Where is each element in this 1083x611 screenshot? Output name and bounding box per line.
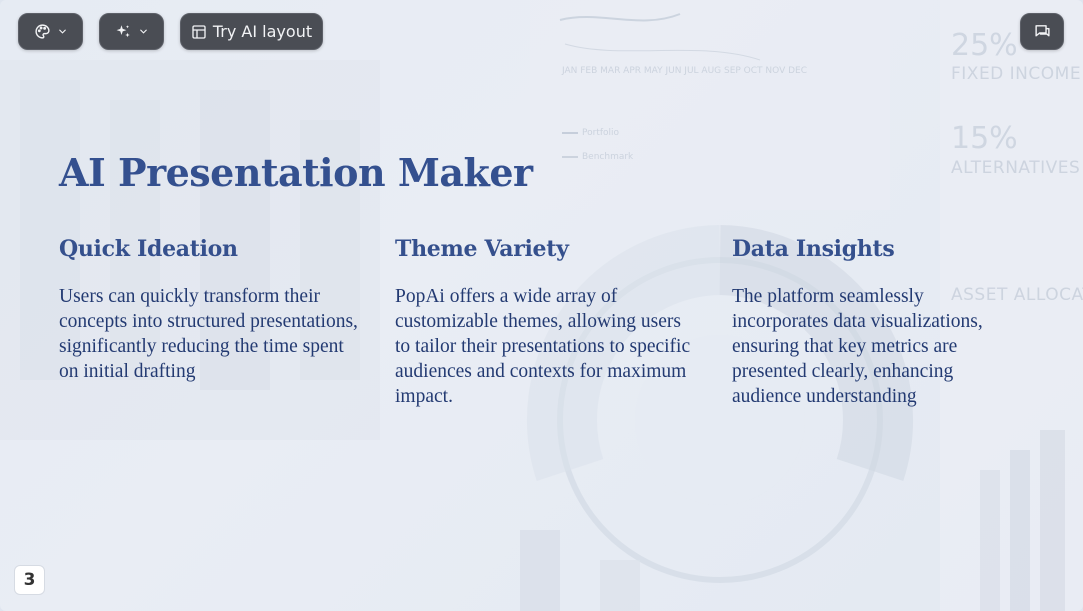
slide-title[interactable]: AI Presentation Maker xyxy=(59,150,533,195)
feature-body[interactable]: PopAi offers a wide array of customizabl… xyxy=(395,284,695,409)
page-number-badge: 3 xyxy=(14,565,45,595)
ai-tools-dropdown-button[interactable] xyxy=(99,13,164,50)
feature-column: Theme Variety PopAi offers a wide array … xyxy=(395,236,695,409)
bg-stat-value: 15% xyxy=(951,121,1018,156)
feature-heading[interactable]: Quick Ideation xyxy=(59,236,359,262)
slide-canvas[interactable]: 25% FIXED INCOME 15% ALTERNATIVES ASSET … xyxy=(0,0,1083,611)
try-ai-layout-button[interactable]: Try AI layout xyxy=(180,13,323,50)
feature-column: Quick Ideation Users can quickly transfo… xyxy=(59,236,359,384)
bg-stat-value: 25% xyxy=(951,28,1018,63)
layout-icon xyxy=(191,24,207,40)
try-ai-layout-label: Try AI layout xyxy=(212,22,313,41)
theme-dropdown-button[interactable] xyxy=(18,13,83,50)
bg-legend-benchmark: Benchmark xyxy=(582,152,634,162)
bg-legend-portfolio: Portfolio xyxy=(582,128,620,138)
feature-body[interactable]: The platform seamlessly incorporates dat… xyxy=(732,284,1022,409)
feature-column: Data Insights The platform seamlessly in… xyxy=(732,236,1022,409)
bg-stat-label: FIXED INCOME xyxy=(951,64,1082,84)
feature-body[interactable]: Users can quickly transform their concep… xyxy=(59,284,359,384)
feature-heading[interactable]: Theme Variety xyxy=(395,236,695,262)
palette-icon xyxy=(34,23,51,40)
sparkles-icon xyxy=(114,23,132,41)
chevron-down-icon xyxy=(138,26,149,37)
chevron-down-icon xyxy=(57,26,68,37)
feature-heading[interactable]: Data Insights xyxy=(732,236,1022,262)
bg-month-axis: JAN FEB MAR APR MAY JUN JUL AUG SEP OCT … xyxy=(562,66,807,76)
comment-button[interactable] xyxy=(1020,13,1064,50)
bg-stat-label: ALTERNATIVES xyxy=(951,158,1081,178)
comment-icon xyxy=(1034,23,1051,40)
